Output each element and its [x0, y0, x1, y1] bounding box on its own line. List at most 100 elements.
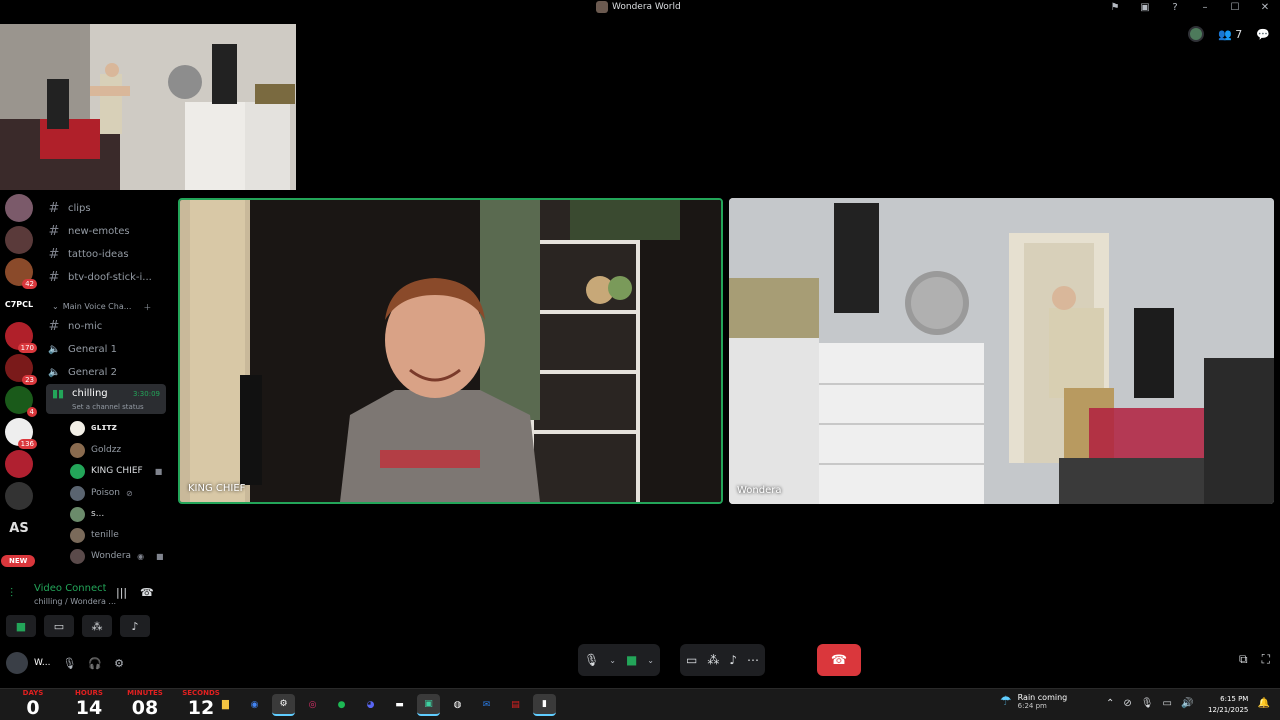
category-header[interactable]: ⌄ Main Voice Cha... ＋ — [52, 302, 151, 313]
server-icon[interactable] — [5, 450, 33, 478]
participant-count: 7 — [1235, 27, 1243, 41]
noise-suppression-icon[interactable]: ||| — [116, 586, 127, 599]
server-icon[interactable] — [5, 482, 33, 510]
channel-general-1[interactable]: 🔈 General 1 — [48, 339, 117, 359]
network-off-icon[interactable]: ⊘ — [1123, 698, 1131, 709]
chevron-down-icon[interactable]: ⌄ — [647, 656, 654, 665]
media-app-icon[interactable]: ▤ — [504, 694, 527, 716]
server-badge: 170 — [17, 343, 37, 353]
server-icon[interactable]: 23 — [5, 354, 37, 385]
participants-button[interactable]: 👥 7 — [1218, 28, 1242, 41]
server-icon[interactable]: 136 — [5, 418, 37, 449]
screen-share-icon[interactable]: ▭ — [686, 653, 697, 667]
volume-icon[interactable]: 🔊 — [1181, 698, 1193, 709]
user-name: ɢʟɪᴛᴢ — [91, 423, 117, 433]
microphone-icon[interactable]: 🎙 — [584, 653, 599, 667]
server-icon[interactable] — [5, 194, 33, 222]
terminal-icon[interactable]: ▬ — [388, 694, 411, 716]
close-icon[interactable]: ✕ — [1250, 0, 1280, 15]
video-tile-king-chief[interactable]: KING CHIEF — [178, 198, 723, 504]
soundboard-icon: ♪ — [131, 619, 139, 633]
voice-user[interactable]: Goldzz — [70, 440, 121, 460]
server-icon[interactable]: 4 — [5, 386, 37, 417]
server-icon — [596, 1, 608, 13]
popout-icon[interactable]: ⧉ — [1239, 652, 1248, 667]
chat-icon[interactable]: 💬 — [1256, 28, 1270, 41]
flag-icon[interactable]: ⚑ — [1100, 0, 1130, 15]
microphone-icon[interactable]: 🎙 — [62, 657, 76, 670]
channel-list: # clips # new-emotes # tattoo-ideas # btv-do… — [38, 190, 168, 575]
voice-status-subtitle[interactable]: chilling / Wondera ... — [34, 597, 116, 606]
clock[interactable]: 6:15 PM 12/21/2025 — [1208, 694, 1248, 716]
channel-tattoo-ideas[interactable]: # tattoo-ideas — [48, 244, 129, 264]
video-tile-wondera[interactable]: Wondera — [729, 198, 1274, 504]
steam-icon[interactable]: ⚙ — [272, 694, 295, 716]
headphones-icon[interactable]: 🎧 — [88, 657, 102, 670]
inbox-icon[interactable]: ▣ — [1130, 0, 1160, 15]
new-badge[interactable]: NEW — [1, 555, 36, 567]
help-icon[interactable]: ? — [1160, 0, 1190, 15]
app-icon[interactable]: ▣ — [417, 694, 440, 716]
chevron-up-icon[interactable]: ⌃ — [1106, 698, 1114, 709]
minimize-icon[interactable]: – — [1190, 0, 1220, 15]
channel-clips[interactable]: # clips — [48, 198, 91, 218]
pip-video[interactable] — [0, 24, 296, 190]
voice-status-title[interactable]: Video Connected — [34, 583, 106, 594]
notification-icon[interactable]: 🔔 — [1258, 698, 1270, 709]
countdown-label: MINUTES — [127, 689, 163, 697]
add-channel-icon[interactable]: ＋ — [143, 302, 151, 313]
weather-widget[interactable]: ☂ Rain coming 6:24 pm — [1000, 693, 1067, 710]
avatar — [70, 442, 85, 458]
voice-user[interactable]: KING CHIEF ■ — [70, 461, 162, 481]
file-explorer-icon[interactable]: ▇ — [214, 694, 237, 716]
screen-share-button[interactable]: ▭ — [44, 615, 74, 637]
camera-button[interactable]: ■ — [6, 615, 36, 637]
chrome-icon[interactable]: ◉ — [243, 694, 266, 716]
soundboard-button[interactable]: ♪ — [120, 615, 150, 637]
channel-btv-doof[interactable]: # btv-doof-stick-i... — [48, 267, 152, 287]
channel-chilling[interactable]: ▮▮ chilling 3:30:09 Set a channel status — [46, 384, 166, 414]
server-icon[interactable]: AS — [5, 514, 33, 542]
epic-games-icon[interactable]: ▮ — [533, 694, 556, 716]
server-icon[interactable]: C7PCL — [5, 290, 33, 318]
voice-user[interactable]: Poison ⊘ — [70, 483, 133, 503]
soundboard-icon[interactable]: ♪ — [729, 653, 737, 667]
user-name[interactable]: W... — [34, 658, 50, 668]
camera-icon[interactable]: ■ — [626, 653, 637, 667]
more-icon[interactable]: ⋯ — [747, 653, 759, 667]
outlook-icon[interactable]: ✉ — [475, 694, 498, 716]
fullscreen-icon[interactable]: ⛶ — [1262, 652, 1270, 667]
avatar[interactable] — [6, 652, 28, 674]
channel-label: new-emotes — [68, 225, 130, 237]
activity-avatar-icon[interactable] — [1188, 26, 1205, 42]
discord-icon[interactable]: ◕ — [359, 694, 382, 716]
avatar — [70, 548, 85, 564]
voice-user[interactable]: tenille — [70, 525, 119, 545]
gear-icon[interactable]: ⚙ — [114, 657, 124, 670]
microphone-icon[interactable]: 🎙 — [1141, 698, 1154, 709]
server-icon[interactable]: 42 — [5, 258, 37, 289]
hangup-button[interactable]: ☎ — [817, 644, 861, 676]
spotify-icon[interactable]: ● — [330, 694, 353, 716]
voice-user[interactable]: ɢʟɪᴛᴢ — [70, 418, 117, 438]
user-name: s... — [91, 509, 105, 519]
maximize-icon[interactable]: ☐ — [1220, 0, 1250, 15]
countdown-widget: DAYS 0 HOURS 14 MINUTES 08 SECONDS 12 — [6, 689, 228, 719]
disconnect-icon[interactable]: ☎ — [140, 586, 154, 599]
server-icon[interactable] — [5, 226, 33, 254]
channel-label: tattoo-ideas — [68, 248, 129, 260]
display-icon[interactable]: ▭ — [1162, 698, 1171, 709]
channel-general-2[interactable]: 🔈 General 2 — [48, 362, 117, 382]
github-icon[interactable]: ◍ — [446, 694, 469, 716]
chevron-down-icon[interactable]: ⌄ — [609, 656, 616, 665]
channel-no-mic[interactable]: # no-mic — [48, 316, 103, 336]
server-icon[interactable]: 170 — [5, 322, 37, 353]
camera-icon: ■ — [154, 466, 163, 476]
voice-user[interactable]: s... — [70, 504, 104, 524]
channel-new-emotes[interactable]: # new-emotes — [48, 221, 130, 241]
voice-user[interactable]: Wondera ◉ ■ — [70, 546, 164, 566]
activities-icon[interactable]: ⁂ — [707, 653, 719, 667]
channel-status[interactable]: Set a channel status — [72, 403, 144, 411]
activities-button[interactable]: ⁂ — [82, 615, 112, 637]
instagram-icon[interactable]: ◎ — [301, 694, 324, 716]
